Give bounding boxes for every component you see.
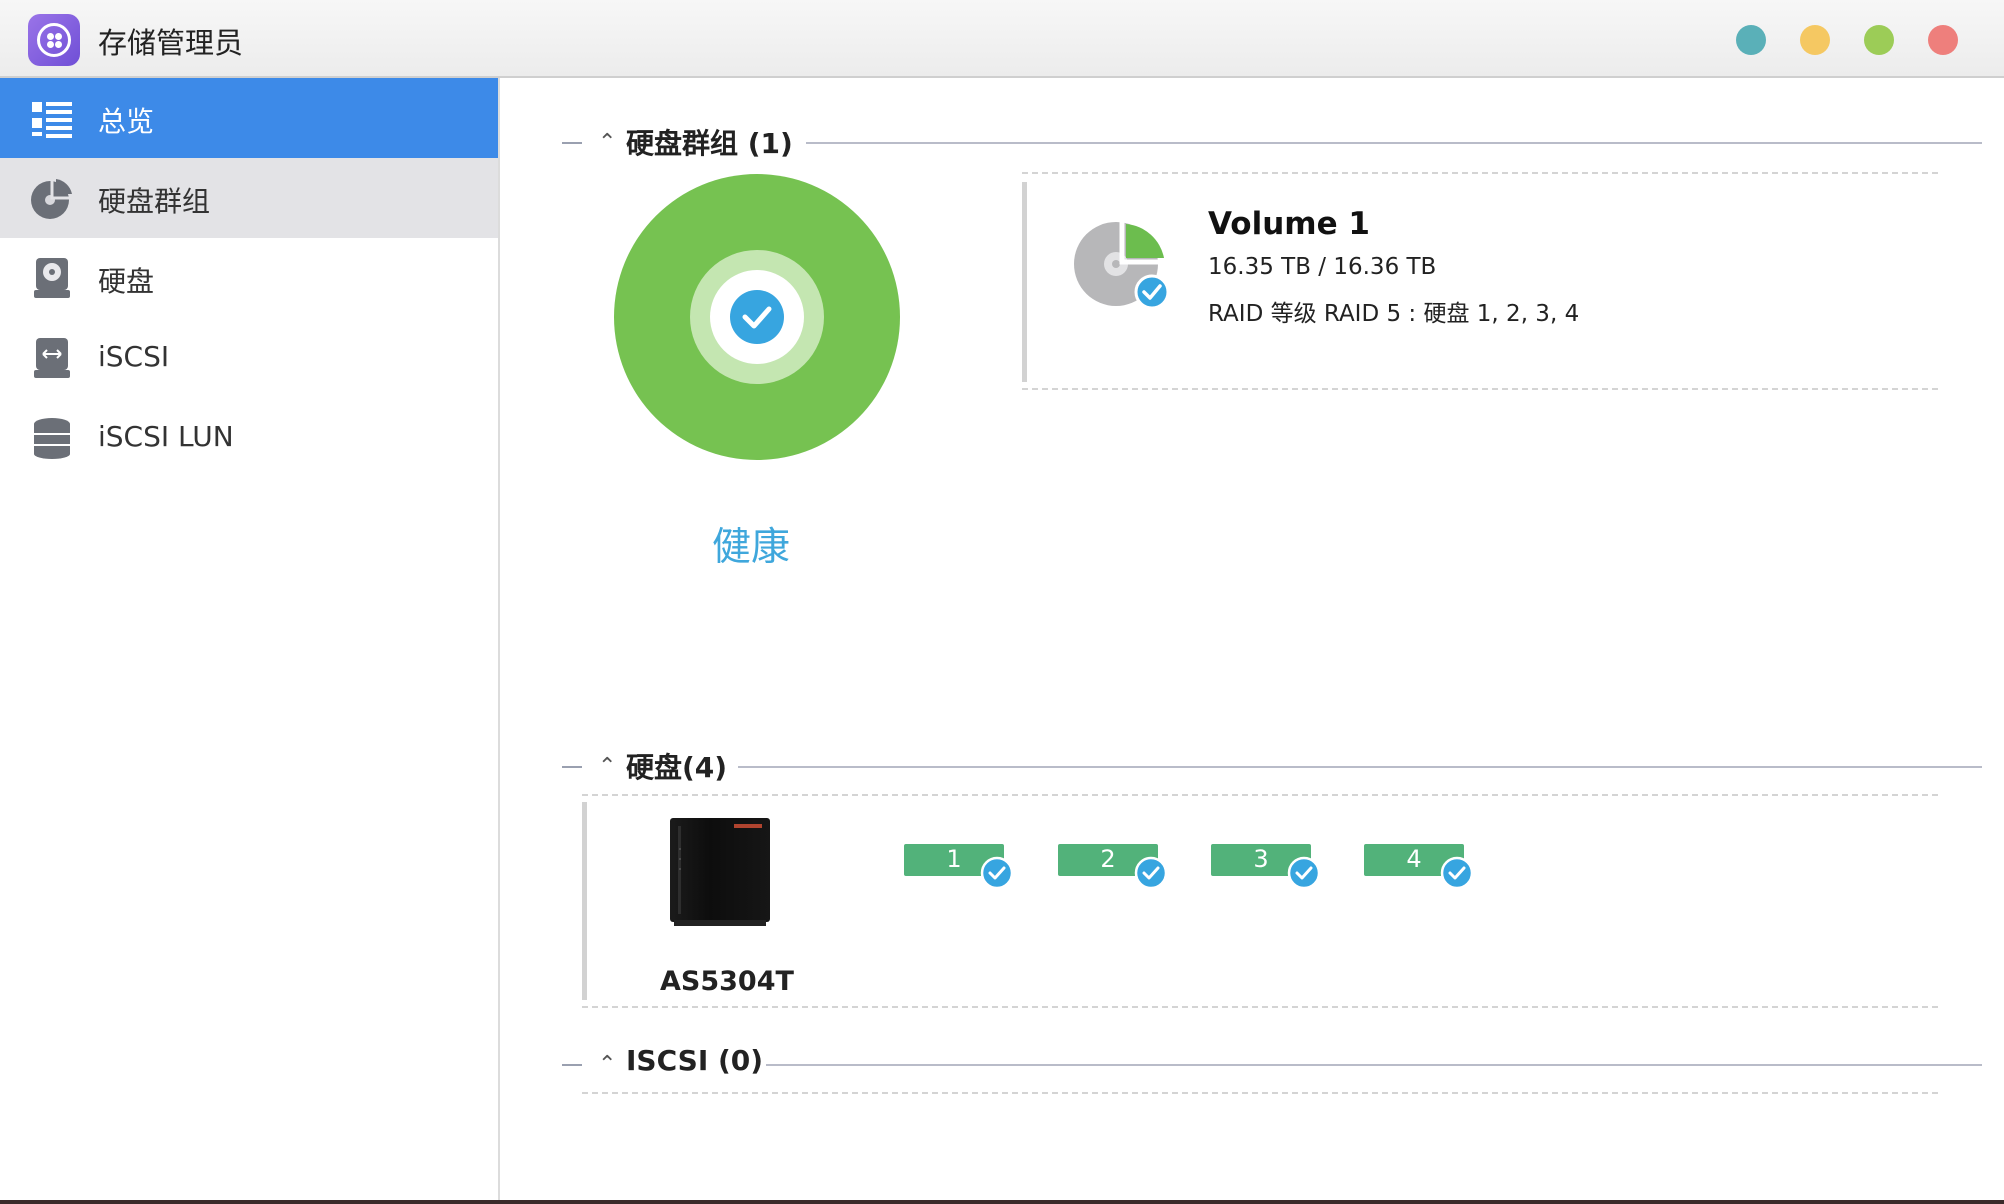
window-close-button[interactable] <box>1928 25 1958 55</box>
disk-slot-3[interactable]: 3 <box>1211 844 1321 890</box>
sidebar-item-label: iSCSI LUN <box>98 420 234 453</box>
section-header-volume-group[interactable]: ⌃ 硬盘群组 (1) <box>562 122 1982 162</box>
sidebar-item-disks[interactable]: 硬盘 <box>0 238 498 318</box>
check-icon <box>1287 856 1321 890</box>
volume-icon <box>1072 214 1170 310</box>
section-header-disks[interactable]: ⌃ 硬盘(4) <box>562 746 1982 786</box>
title-bar: 存储管理员 <box>0 0 2004 78</box>
hard-drive-icon <box>34 258 70 298</box>
sidebar-item-label: iSCSI <box>98 340 170 373</box>
section-title-volume-group: 硬盘群组 (1) <box>626 127 793 160</box>
section-title-iscsi: ISCSI (0) <box>626 1044 764 1077</box>
main-content: ⌃ 硬盘群组 (1) 健康 Volume 1 16.35 TB / 16.36 … <box>502 78 2004 1200</box>
disk-slot-4[interactable]: 4 <box>1364 844 1474 890</box>
chevron-up-icon[interactable]: ⌃ <box>598 130 616 155</box>
section-header-iscsi[interactable]: ⌃ ISCSI (0) <box>562 1044 1982 1084</box>
sidebar-item-iscsi-lun[interactable]: iSCSI LUN <box>0 398 498 478</box>
sidebar-item-volume-group[interactable]: 硬盘群组 <box>0 158 498 238</box>
app-title: 存储管理员 <box>98 26 244 60</box>
disk-slot-1[interactable]: 1 <box>904 844 1014 890</box>
chevron-up-icon[interactable]: ⌃ <box>598 1052 616 1077</box>
volume-name[interactable]: Volume 1 <box>1208 206 1370 242</box>
list-icon <box>32 102 72 138</box>
window-button-teal[interactable] <box>1736 25 1766 55</box>
window-button-green[interactable] <box>1864 25 1894 55</box>
check-icon <box>1440 856 1474 890</box>
sidebar-item-label: 硬盘群组 <box>98 185 211 218</box>
volume-size: 16.35 TB / 16.36 TB <box>1208 254 1437 280</box>
volume-pie-icon <box>31 179 72 219</box>
iscsi-icon <box>34 338 70 378</box>
database-icon <box>34 418 70 459</box>
sidebar-item-label: 硬盘 <box>98 265 155 298</box>
nas-device-image <box>670 818 770 922</box>
health-status-graphic <box>614 174 900 460</box>
storage-manager-app-icon <box>28 14 80 66</box>
sidebar: 总览 硬盘群组 硬盘 iSCSI iSCSI LUN <box>0 78 500 1200</box>
chevron-up-icon[interactable]: ⌃ <box>598 754 616 779</box>
section-title-disks: 硬盘(4) <box>626 751 728 784</box>
check-icon <box>730 290 784 344</box>
window-button-yellow[interactable] <box>1800 25 1830 55</box>
disk-slot-2[interactable]: 2 <box>1058 844 1168 890</box>
storage-manager-window: 存储管理员 总览 硬盘群组 硬盘 iSCSI iSCSI LUN ⌃ 硬盘群组 … <box>0 0 2004 1200</box>
sidebar-item-overview[interactable]: 总览 <box>0 78 498 158</box>
health-status-label: 健康 <box>712 525 791 570</box>
check-icon <box>980 856 1014 890</box>
volume-raid-info: RAID 等级 RAID 5 : 硬盘 1, 2, 3, 4 <box>1208 301 1580 327</box>
device-model: AS5304T <box>660 966 794 997</box>
sidebar-item-label: 总览 <box>98 105 155 138</box>
check-icon <box>1134 856 1168 890</box>
sidebar-item-iscsi[interactable]: iSCSI <box>0 318 498 398</box>
